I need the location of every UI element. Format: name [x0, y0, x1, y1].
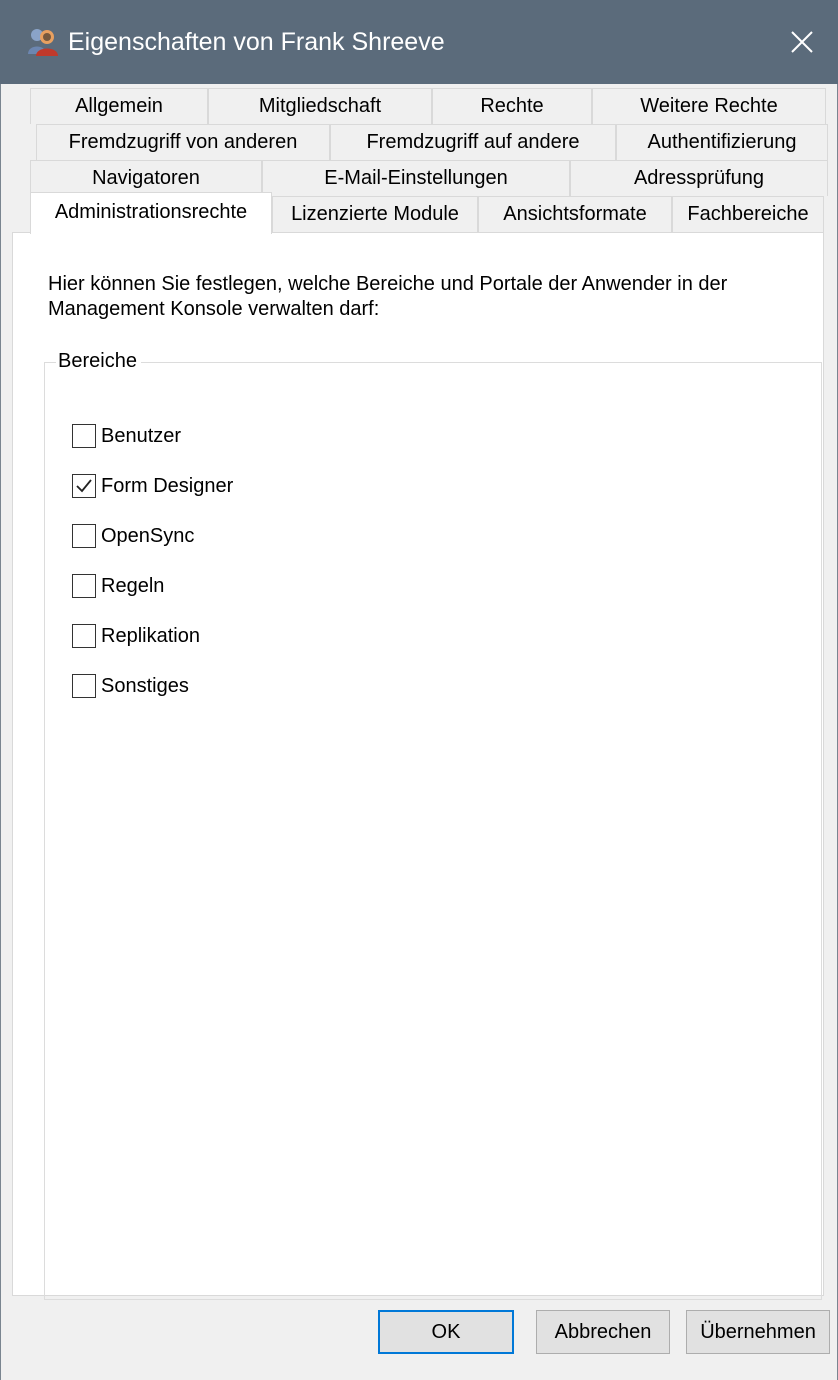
description-text: Hier können Sie festlegen, welche Bereic… [48, 273, 728, 320]
tab-administrationsrechte[interactable]: Administrationsrechte [30, 192, 272, 234]
tab-fremdzugriff-von-anderen[interactable]: Fremdzugriff von anderen [36, 124, 330, 160]
checkbox-label: Sonstiges [101, 675, 189, 697]
tab-rechte[interactable]: Rechte [432, 88, 592, 124]
tab-adresspruefung[interactable]: Adressprüfung [570, 160, 828, 196]
checkbox-label: Form Designer [101, 475, 234, 497]
checkbox-label: Regeln [101, 575, 165, 597]
tab-navigatoren[interactable]: Navigatoren [30, 160, 262, 196]
ok-button[interactable]: OK [378, 1310, 514, 1354]
group-label: Bereiche [56, 348, 141, 374]
checkbox-box[interactable] [72, 674, 96, 698]
tab-mitgliedschaft[interactable]: Mitgliedschaft [208, 88, 432, 124]
cancel-button[interactable]: Abbrechen [536, 1310, 670, 1354]
tab-fremdzugriff-auf-andere[interactable]: Fremdzugriff auf andere [330, 124, 616, 160]
tab-allgemein[interactable]: Allgemein [30, 88, 208, 124]
checkbox-label: Benutzer [101, 425, 182, 447]
checkbox-regeln[interactable]: Regeln [72, 572, 164, 600]
checkbox-replikation[interactable]: Replikation [72, 622, 200, 650]
checkbox-box[interactable] [72, 624, 96, 648]
user-properties-icon [28, 29, 58, 56]
tab-weitere-rechte[interactable]: Weitere Rechte [592, 88, 826, 124]
checkmark-icon [76, 479, 92, 493]
checkbox-label: OpenSync [101, 525, 195, 547]
tab-e-mail-einstellungen[interactable]: E-Mail-Einstellungen [262, 160, 570, 196]
apply-button[interactable]: Übernehmen [686, 1310, 830, 1354]
checkbox-benutzer[interactable]: Benutzer [72, 422, 181, 450]
close-button[interactable] [766, 0, 838, 84]
checkbox-sonstiges[interactable]: Sonstiges [72, 672, 189, 700]
close-icon [791, 31, 813, 53]
tab-authentifizierung[interactable]: Authentifizierung [616, 124, 828, 160]
checkbox-box[interactable] [72, 474, 96, 498]
checkbox-label: Replikation [101, 625, 200, 647]
checkbox-box[interactable] [72, 424, 96, 448]
checkbox-opensync[interactable]: OpenSync [72, 522, 194, 550]
title-bar[interactable]: Eigenschaften von Frank Shreeve [0, 0, 838, 84]
bereiche-groupbox [44, 362, 822, 1300]
checkbox-box[interactable] [72, 524, 96, 548]
checkbox-box[interactable] [72, 574, 96, 598]
checkbox-form-designer[interactable]: Form Designer [72, 472, 233, 500]
tab-ansichtsformate[interactable]: Ansichtsformate [478, 196, 672, 232]
tab-fachbereiche[interactable]: Fachbereiche [672, 196, 824, 232]
tab-lizenzierte-module[interactable]: Lizenzierte Module [272, 196, 478, 232]
window-title: Eigenschaften von Frank Shreeve [68, 28, 445, 56]
